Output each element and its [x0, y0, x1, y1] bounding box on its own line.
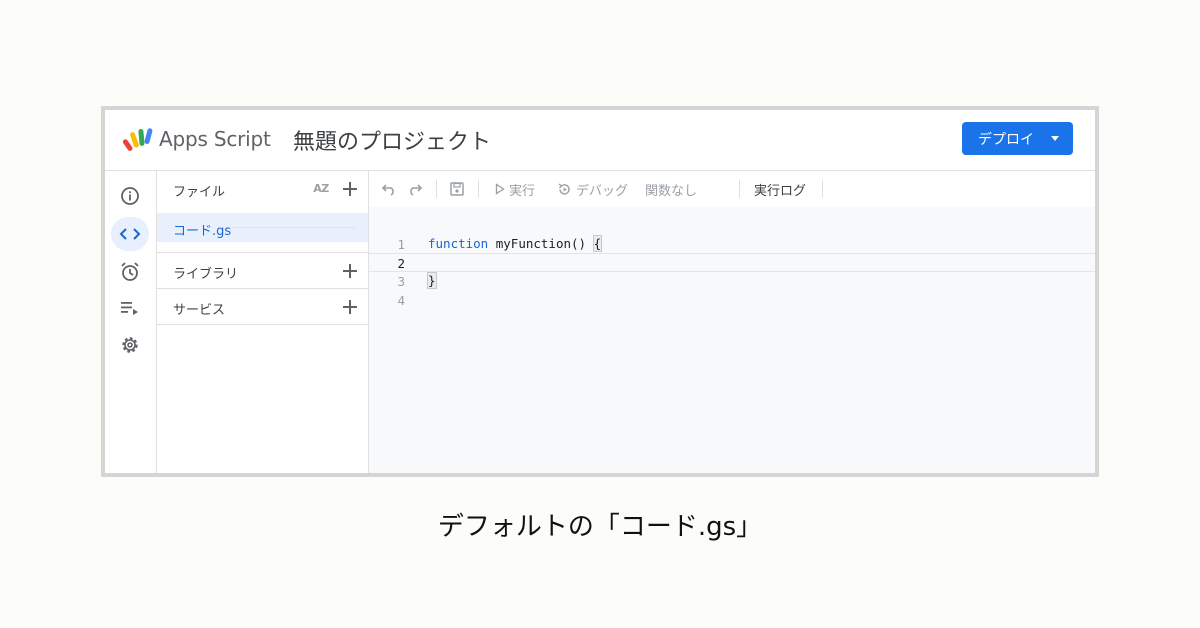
- nav-editor[interactable]: [111, 217, 149, 251]
- add-service-plus-icon[interactable]: [341, 298, 359, 316]
- info-icon: [121, 187, 139, 205]
- deploy-button[interactable]: デプロイ: [962, 122, 1073, 155]
- debug-icon: [558, 182, 570, 195]
- add-file-plus-icon[interactable]: [341, 180, 359, 198]
- line-number: 1: [397, 237, 405, 252]
- toolbar-separator: [739, 180, 740, 198]
- left-nav-rail: [105, 171, 157, 473]
- add-library-plus-icon[interactable]: [341, 262, 359, 280]
- apps-script-window: Apps Script 無題のプロジェクト デプロイ ファイル AZ コード.g…: [101, 106, 1099, 477]
- deploy-button-label: デプロイ: [978, 131, 1034, 148]
- caret-down-icon: [1051, 136, 1059, 141]
- app-name: Apps Script: [159, 127, 271, 151]
- alarm-clock-icon: [121, 262, 139, 281]
- libraries-label: ライブラリ: [173, 267, 239, 282]
- execution-log-label: 実行ログ: [754, 183, 807, 199]
- execution-log-button[interactable]: 実行ログ: [754, 171, 806, 207]
- undo-button[interactable]: [381, 171, 397, 207]
- code-editor[interactable]: 1 function myFunction() { 2 3 } 4: [369, 207, 1095, 473]
- project-title[interactable]: 無題のプロジェクト: [293, 124, 491, 156]
- redo-icon: [410, 184, 423, 196]
- run-label: 実行: [509, 183, 536, 199]
- function-select-value: 関数なし: [645, 183, 698, 199]
- toolbar-separator: [478, 180, 479, 198]
- file-item-code-gs[interactable]: コード.gs: [157, 213, 368, 242]
- code-line: 3 }: [369, 272, 1095, 291]
- nav-executions[interactable]: [111, 291, 149, 325]
- sort-az-icon[interactable]: AZ: [310, 177, 332, 199]
- code-token: myFunction(): [488, 236, 594, 251]
- services-label: サービス: [173, 303, 226, 318]
- apps-script-logo-icon: [122, 128, 153, 151]
- code-line: 4: [369, 291, 1095, 310]
- toolbar-separator: [436, 180, 437, 198]
- nav-triggers[interactable]: [111, 255, 149, 289]
- code-text: function myFunction() {: [428, 235, 603, 252]
- top-bar: Apps Script 無題のプロジェクト デプロイ: [105, 110, 1095, 171]
- keyword-token: function: [428, 236, 489, 251]
- playlist-play-icon: [121, 302, 138, 315]
- services-divider: [157, 324, 368, 325]
- save-button[interactable]: [449, 171, 465, 207]
- line-number: 2: [397, 256, 405, 271]
- play-icon: [495, 183, 505, 195]
- debug-button[interactable]: デバッグ: [557, 171, 628, 207]
- code-line-current: 2: [369, 253, 1095, 272]
- figure-caption: デフォルトの「コード.gs」: [437, 512, 763, 542]
- libraries-section: ライブラリ: [157, 252, 368, 289]
- line-number: 4: [397, 293, 405, 308]
- files-panel: ファイル AZ コード.gs ライブラリ サービス: [157, 171, 369, 473]
- function-select[interactable]: 関数なし: [645, 171, 697, 207]
- services-section: サービス: [157, 288, 368, 325]
- code-line: 1 function myFunction() {: [369, 235, 1095, 254]
- file-item-divider: [233, 227, 356, 228]
- debug-label: デバッグ: [576, 183, 629, 199]
- files-header-label: ファイル: [173, 185, 226, 200]
- gear-icon: [122, 337, 138, 353]
- bracket-token: {: [592, 235, 603, 252]
- line-number: 3: [397, 274, 405, 289]
- nav-settings[interactable]: [111, 328, 149, 362]
- editor-toolbar: 実行 デバッグ 関数なし 実行ログ: [369, 171, 1095, 208]
- redo-button[interactable]: [407, 171, 423, 207]
- code-text: }: [427, 272, 437, 289]
- save-icon: [450, 182, 464, 196]
- code-icon: [119, 228, 141, 240]
- undo-icon: [381, 184, 394, 196]
- file-item-label: コード.gs: [173, 224, 232, 239]
- files-header: ファイル AZ: [157, 171, 368, 207]
- nav-overview[interactable]: [111, 179, 149, 213]
- bracket-token: }: [427, 272, 437, 289]
- toolbar-separator: [822, 180, 823, 198]
- run-button[interactable]: 実行: [495, 171, 535, 207]
